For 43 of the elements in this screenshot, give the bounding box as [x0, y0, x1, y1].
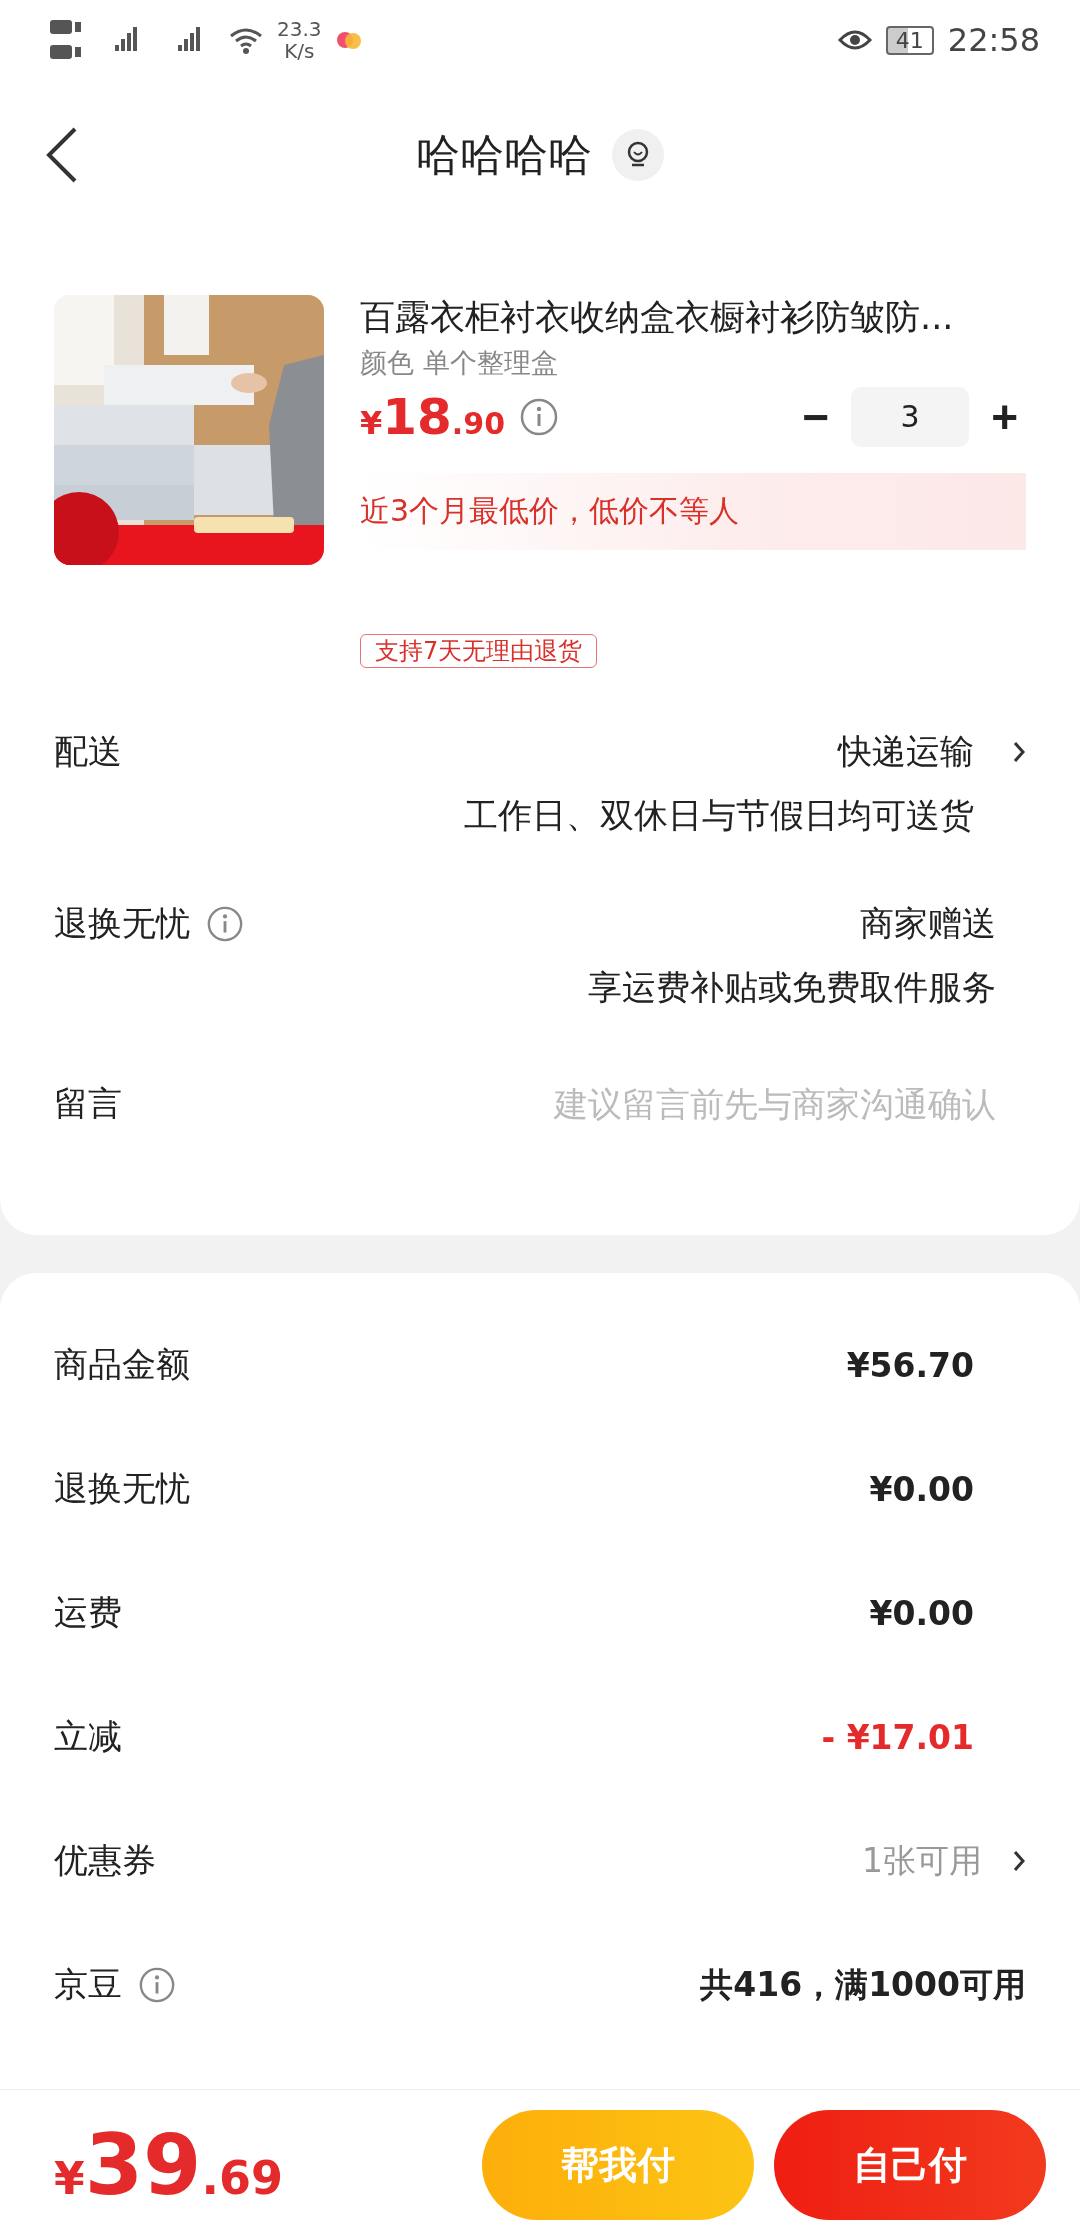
info-icon[interactable] — [138, 1966, 176, 2004]
chevron-right-icon[interactable] — [1012, 1849, 1026, 1873]
cost-value: 共416，满1000可用 — [700, 1963, 1026, 2006]
location-pin-icon[interactable] — [612, 129, 664, 181]
return-policy-tag: 支持7天无理由退货 — [360, 634, 598, 668]
cost-label: 京豆 — [54, 1963, 122, 2006]
quantity-field[interactable]: 3 — [851, 386, 970, 447]
cost-label: 退换无忧 — [54, 1467, 190, 1510]
cost-label: 商品金额 — [54, 1343, 190, 1386]
cost-value: - ¥17.01 — [821, 1717, 974, 1757]
option-value[interactable]: 商家赠送 — [860, 901, 996, 947]
cost-value: ¥0.00 — [869, 1593, 974, 1633]
back-icon[interactable] — [45, 126, 79, 184]
cost-value: ¥56.70 — [846, 1345, 974, 1385]
decrease-button[interactable]: − — [794, 389, 838, 444]
option-label: 退换无忧 — [54, 902, 190, 945]
option-description: 工作日、双休日与节假日均可送货 — [464, 794, 975, 837]
total-price: ¥39.69 — [54, 2116, 284, 2214]
eye-icon — [837, 28, 872, 52]
promo-banner: 近3个月最低价，低价不等人 — [360, 472, 1026, 550]
battery-indicator: 41 — [885, 25, 934, 55]
cost-value: ¥0.00 — [869, 1469, 974, 1509]
product-title[interactable]: 百露衣柜衬衣收纳盒衣橱衬衫防皱防... — [360, 295, 1026, 341]
option-value[interactable]: 快递运输 — [838, 729, 974, 775]
option-description: 享运费补贴或免费取件服务 — [588, 966, 996, 1009]
cost-label: 立减 — [54, 1715, 122, 1758]
status-time: 22:58 — [947, 21, 1040, 59]
network-unit: K/s — [284, 40, 315, 62]
cost-label: 优惠券 — [54, 1839, 156, 1882]
pay-button[interactable]: 自己付 — [774, 2110, 1046, 2220]
option-label: 配送 — [54, 730, 122, 773]
product-variant: 颜色 单个整理盒 — [360, 345, 559, 380]
increase-button[interactable]: + — [983, 389, 1026, 444]
cost-label: 运费 — [54, 1591, 122, 1634]
shop-title: 哈哈哈哈 — [416, 127, 592, 182]
chevron-right-icon[interactable] — [1012, 740, 1026, 764]
product-price: ¥18.90 — [360, 387, 505, 446]
option-label: 留言 — [54, 1082, 122, 1125]
wifi-icon — [229, 26, 263, 54]
info-icon[interactable] — [519, 396, 559, 437]
app-notification-icon — [335, 29, 362, 51]
info-icon[interactable] — [206, 905, 244, 943]
network-speed: 23.3 — [277, 18, 322, 40]
